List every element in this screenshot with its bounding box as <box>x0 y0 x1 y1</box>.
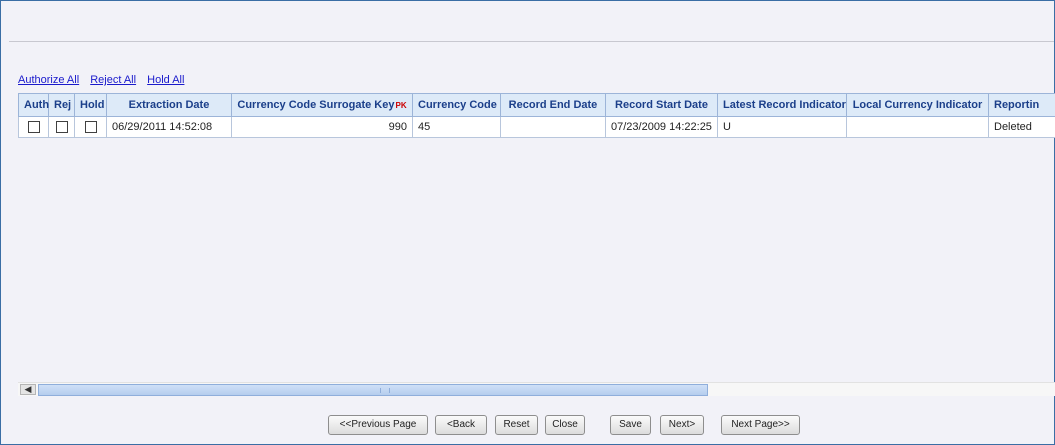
next-page-button[interactable]: Next Page>> <box>721 415 800 435</box>
col-header-rej[interactable]: Rej <box>48 93 75 117</box>
col-header-record-end-date[interactable]: Record End Date <box>500 93 606 117</box>
authorize-all-link[interactable]: Authorize All <box>18 74 79 86</box>
scrollbar-grip-icon <box>380 388 390 393</box>
primary-key-badge: PK <box>395 101 407 110</box>
cell-surrogate-key: 990 <box>231 116 413 138</box>
col-header-auth[interactable]: Auth <box>18 93 49 117</box>
col-header-surrogate-key[interactable]: Currency Code Surrogate KeyPK <box>231 93 413 117</box>
hold-all-link[interactable]: Hold All <box>147 74 184 86</box>
close-button[interactable]: Close <box>545 415 585 435</box>
previous-page-button[interactable]: <<Previous Page <box>328 415 428 435</box>
col-header-reporting[interactable]: Reportin <box>988 93 1055 117</box>
hold-checkbox[interactable] <box>84 121 97 134</box>
col-header-latest-record-indicator[interactable]: Latest Record Indicator <box>717 93 847 117</box>
cell-reporting: Deleted <box>988 116 1055 138</box>
scrollbar-thumb[interactable] <box>38 384 708 396</box>
cell-currency-code: 45 <box>412 116 501 138</box>
save-button[interactable]: Save <box>610 415 651 435</box>
col-header-record-start-date[interactable]: Record Start Date <box>605 93 718 117</box>
cell-hold <box>74 116 107 138</box>
horizontal-scrollbar[interactable]: ◀ <box>18 382 1055 396</box>
col-header-extraction-date[interactable]: Extraction Date <box>106 93 232 117</box>
bulk-action-links: Authorize All Reject All Hold All <box>18 74 192 86</box>
cell-rej <box>48 116 75 138</box>
cell-auth <box>18 116 49 138</box>
col-header-currency-code[interactable]: Currency Code <box>412 93 501 117</box>
reject-all-link[interactable]: Reject All <box>90 74 136 86</box>
scroll-left-icon[interactable]: ◀ <box>20 384 36 395</box>
next-button[interactable]: Next> <box>660 415 704 435</box>
table-row: 06/29/2011 14:52:08 990 45 07/23/2009 14… <box>18 116 1055 138</box>
top-band <box>9 1 1054 42</box>
auth-checkbox[interactable] <box>27 121 40 134</box>
window-frame: Authorize All Reject All Hold All Auth R… <box>0 0 1055 445</box>
cell-record-start-date: 07/23/2009 14:22:25 <box>605 116 718 138</box>
reject-checkbox[interactable] <box>55 121 68 134</box>
col-header-surrogate-key-label: Currency Code Surrogate Key <box>237 99 395 111</box>
cell-local-currency-indicator <box>846 116 989 138</box>
reset-button[interactable]: Reset <box>495 415 538 435</box>
grid-header-row: Auth Rej Hold Extraction Date Currency C… <box>18 93 1055 117</box>
cell-latest-record-indicator: U <box>717 116 847 138</box>
cell-record-end-date <box>500 116 606 138</box>
col-header-local-currency-indicator[interactable]: Local Currency Indicator <box>846 93 989 117</box>
cell-extraction-date: 06/29/2011 14:52:08 <box>106 116 232 138</box>
records-grid: Auth Rej Hold Extraction Date Currency C… <box>18 93 1055 138</box>
records-grid-viewport: Auth Rej Hold Extraction Date Currency C… <box>18 93 1055 143</box>
col-header-hold[interactable]: Hold <box>74 93 107 117</box>
back-button[interactable]: <Back <box>435 415 487 435</box>
